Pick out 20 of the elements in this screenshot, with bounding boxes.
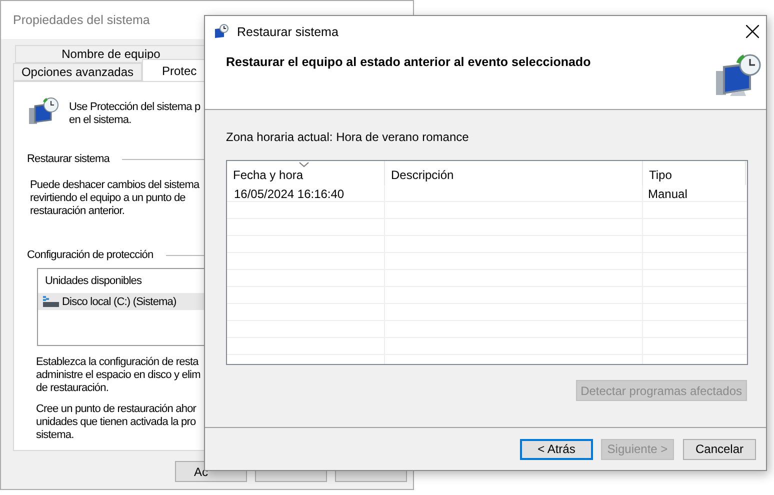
group-heading: Configuración de protección <box>27 249 154 261</box>
description-text: sistema. <box>36 429 74 442</box>
description-text: restauración anterior. <box>30 205 125 218</box>
description-text: Puede deshacer cambios del sistema <box>30 179 200 192</box>
description-text: Cree un punto de restauración ahor <box>36 403 196 416</box>
description-text: administre el espacio en disco y elim <box>36 369 200 382</box>
description-text: revirtiendo el equipo a un punto de <box>30 192 186 205</box>
timezone-label: Zona horaria actual: Hora de verano romance <box>226 130 470 144</box>
window-title: Propiedades del sistema <box>13 13 150 27</box>
window-title: Restaurar sistema <box>237 24 338 38</box>
description-text: de restauración. <box>36 382 108 395</box>
dialog-heading: Restaurar el equipo al estado anterior al evento seleccionado <box>226 55 591 71</box>
group-heading: Restaurar sistema <box>27 153 110 165</box>
description-text: Establezca la configuración de resta <box>36 356 198 369</box>
description-text: en el sistema. <box>69 114 132 127</box>
table-cell: 16/05/2024 16:16:40 <box>234 186 344 200</box>
list-header: Unidades disponibles <box>44 274 143 289</box>
description-text: unidades que tienen activada la pro <box>36 416 196 429</box>
table-cell: Manual <box>648 186 688 200</box>
description-text: Use Protección del sistema p <box>69 101 200 114</box>
